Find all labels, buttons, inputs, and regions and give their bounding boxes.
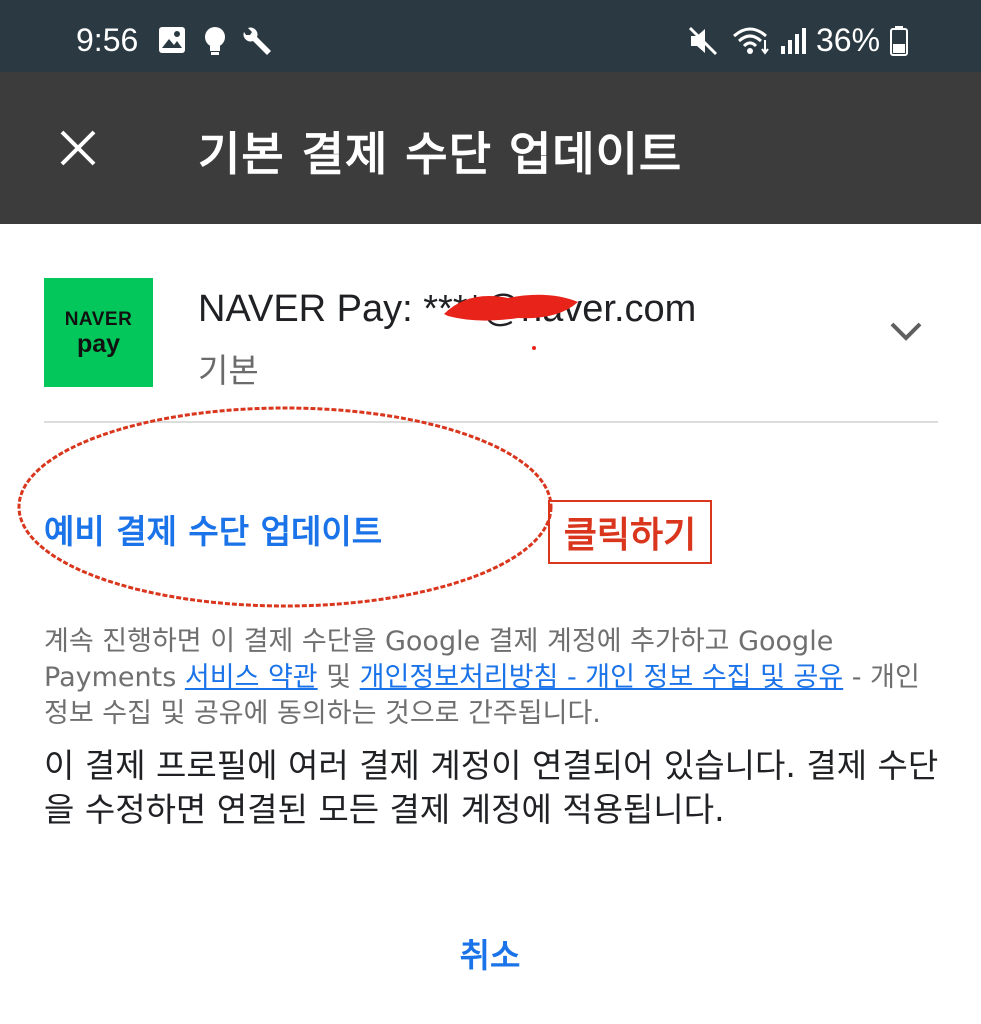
chevron-down-icon [890,322,922,341]
payment-method-selector[interactable]: NAVER pay NAVER Pay: ****@naver.com 기본 [44,278,938,390]
close-button[interactable] [44,114,112,182]
dialog-header: 기본 결제 수단 업데이트 [0,72,981,224]
status-bar: 9:56 36% [0,0,981,72]
battery-icon [890,26,908,60]
annotation-label: 클릭하기 [548,500,712,564]
legal-and: 및 [317,662,360,693]
naver-pay-logo: NAVER pay [44,278,153,387]
status-time: 9:56 [76,22,139,58]
close-icon [60,130,96,166]
mute-icon [688,26,720,60]
wrench-icon [240,26,274,62]
terms-of-service-link[interactable]: 서비스 약관 [185,662,318,693]
logo-line-1: NAVER [64,308,133,330]
gallery-icon [158,26,186,58]
payment-method-subtitle: 기본 [198,351,259,390]
wifi-icon [732,26,772,60]
redaction-scribble [444,294,578,350]
logo-line-2: pay [76,329,121,358]
linked-accounts-notice: 이 결제 프로필에 여러 결제 계정이 연결되어 있습니다. 결제 수단을 수정… [44,746,939,829]
battery-percent: 36% [816,22,881,58]
legal-text: 계속 진행하면 이 결제 수단을 Google 결제 계정에 추가하고 Goog… [44,624,944,732]
cancel-button[interactable]: 취소 [430,925,550,981]
page-title: 기본 결제 수단 업데이트 [198,127,683,181]
bulb-icon [204,26,226,60]
signal-icon [780,26,806,60]
privacy-policy-link[interactable]: 개인정보처리방침 - 개인 정보 수집 및 공유 [360,662,844,693]
update-backup-payment-link[interactable]: 예비 결제 수단 업데이트 [44,505,382,553]
